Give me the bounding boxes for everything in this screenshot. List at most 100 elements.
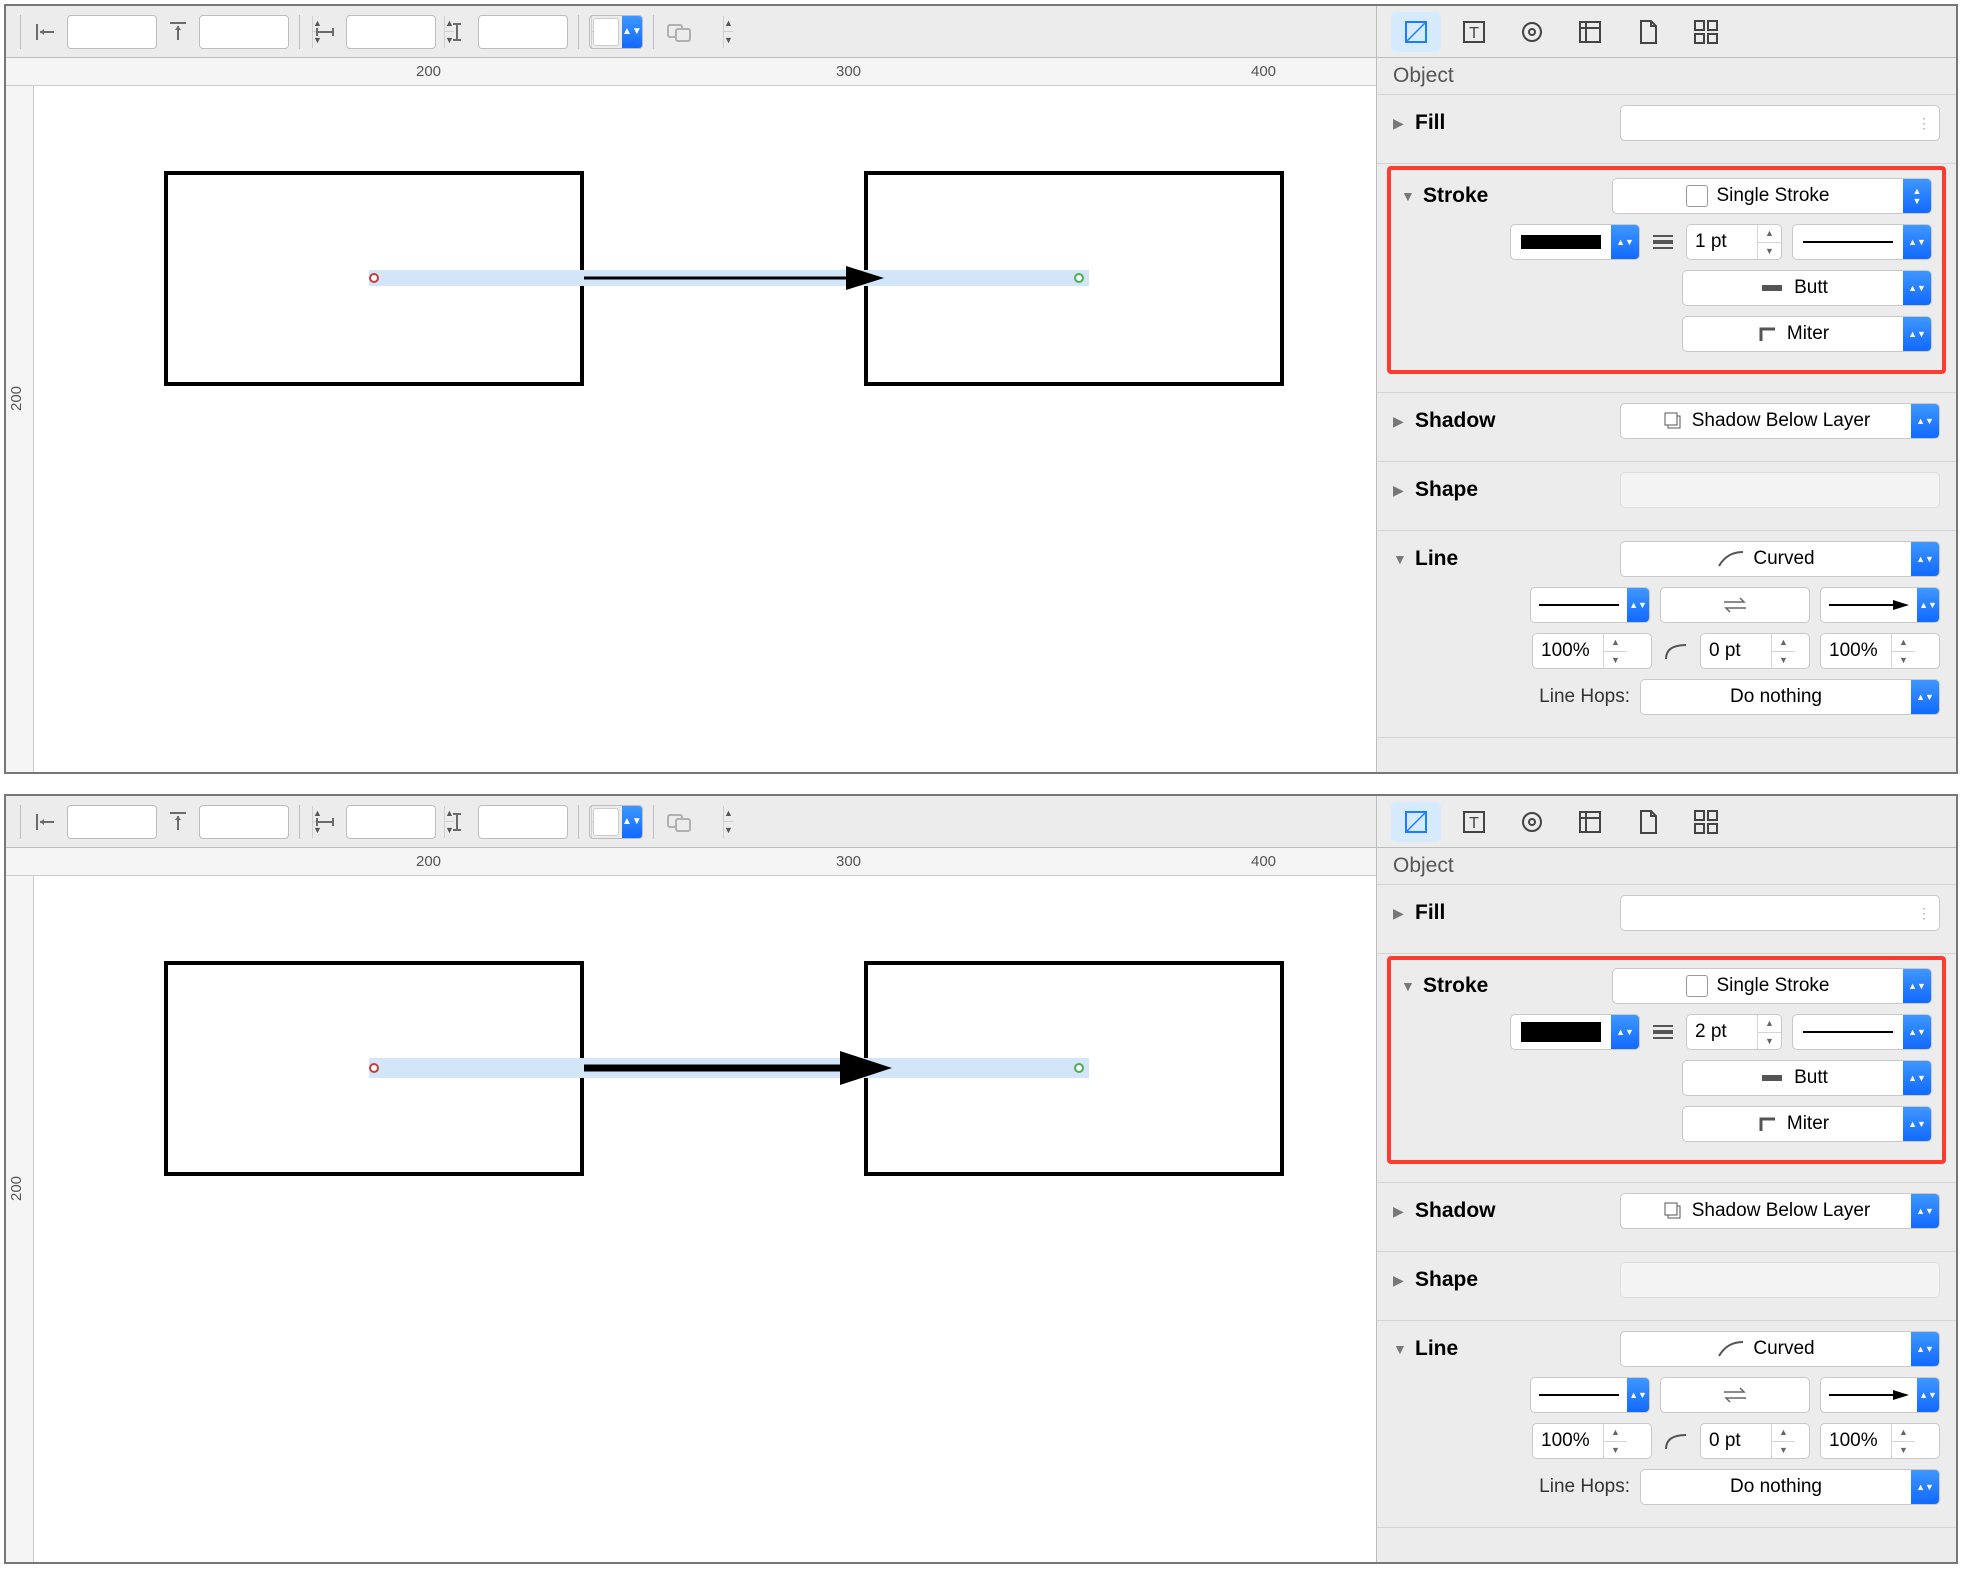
tab-canvas[interactable] [1565, 802, 1615, 842]
top-toolbar: ▲▼ ▲▼ ▲▼ ▲▼ ▲▼ [6, 796, 1376, 848]
canvas[interactable] [34, 86, 1376, 772]
height-icon[interactable] [442, 17, 472, 47]
line-end-handle[interactable] [1074, 1063, 1084, 1073]
stroke-join-dropdown[interactable]: Miter▲▼ [1682, 316, 1932, 352]
section-line: ▼Line Curved▲▼ ▲▼ ▲▼ ▲▼ ▲▼ ▲▼ Line Hops:… [1377, 1321, 1956, 1528]
stroke-cap-dropdown[interactable]: Butt▲▼ [1682, 270, 1932, 306]
stroke-type-dropdown[interactable]: Single Stroke▲▼ [1612, 968, 1932, 1004]
tab-properties[interactable] [1507, 802, 1557, 842]
tab-stencils[interactable] [1681, 12, 1731, 52]
tab-document[interactable] [1623, 12, 1673, 52]
line-tail-scale-field[interactable]: ▲▼ [1532, 633, 1652, 669]
disclosure-shape[interactable]: ▶ [1393, 482, 1409, 499]
stroke-position-icon[interactable] [1650, 229, 1676, 255]
line-hops-dropdown[interactable]: Do nothing▲▼ [1640, 1469, 1940, 1505]
disclosure-line[interactable]: ▼ [1393, 551, 1409, 567]
height-icon[interactable] [442, 807, 472, 837]
width-icon[interactable] [310, 807, 340, 837]
stroke-color-dropdown[interactable]: ▲▼ [1510, 224, 1640, 260]
stroke-weight-field[interactable]: ▲▼ [1686, 1014, 1782, 1050]
line-start-handle[interactable] [369, 273, 379, 283]
shadow-mode-dropdown[interactable]: Shadow Below Layer▲▼ [1620, 1193, 1940, 1229]
line-end-handle[interactable] [1074, 273, 1084, 283]
height-field[interactable]: ▲▼ [478, 15, 568, 49]
fill-color-button[interactable]: ▲▼ [589, 805, 643, 839]
section-shadow: ▶Shadow Shadow Below Layer▲▼ [1377, 1183, 1956, 1252]
tab-stencils[interactable] [1681, 802, 1731, 842]
align-top-icon[interactable] [163, 17, 193, 47]
corner-radius-icon [1662, 639, 1690, 663]
line-tail-dropdown[interactable]: ▲▼ [1530, 1377, 1650, 1413]
section-shape: ▶Shape [1377, 462, 1956, 531]
stroke-dash-dropdown[interactable]: ▲▼ [1792, 1014, 1932, 1050]
shape-dropdown[interactable] [1620, 1262, 1940, 1298]
x-field[interactable]: ▲▼ [67, 805, 157, 839]
stroke-cap-dropdown[interactable]: Butt▲▼ [1682, 1060, 1932, 1096]
width-field[interactable]: ▲▼ [346, 15, 436, 49]
line-head-scale-field[interactable]: ▲▼ [1820, 1423, 1940, 1459]
tab-text[interactable]: T [1449, 802, 1499, 842]
disclosure-fill[interactable]: ▶ [1393, 115, 1409, 132]
stroke-checkbox[interactable] [1686, 975, 1708, 997]
disclosure-stroke[interactable]: ▼ [1401, 978, 1417, 994]
y-field[interactable]: ▲▼ [199, 15, 289, 49]
connector-arrow[interactable] [584, 264, 884, 294]
group-icon[interactable] [664, 17, 694, 47]
line-reverse-button[interactable] [1660, 587, 1810, 623]
width-field[interactable]: ▲▼ [346, 805, 436, 839]
stroke-color-dropdown[interactable]: ▲▼ [1510, 1014, 1640, 1050]
svg-text:T: T [1469, 25, 1479, 42]
shadow-mode-dropdown[interactable]: Shadow Below Layer▲▼ [1620, 403, 1940, 439]
disclosure-line[interactable]: ▼ [1393, 1341, 1409, 1357]
section-shape: ▶Shape [1377, 1252, 1956, 1321]
align-left-icon[interactable] [31, 807, 61, 837]
stroke-checkbox[interactable] [1686, 185, 1708, 207]
line-reverse-button[interactable] [1660, 1377, 1810, 1413]
stroke-join-dropdown[interactable]: Miter▲▼ [1682, 1106, 1932, 1142]
line-tail-scale-field[interactable]: ▲▼ [1532, 1423, 1652, 1459]
tab-text[interactable]: T [1449, 12, 1499, 52]
fill-color-button[interactable]: ▲▼ [589, 15, 643, 49]
x-field[interactable]: ▲▼ [67, 15, 157, 49]
disclosure-fill[interactable]: ▶ [1393, 905, 1409, 922]
fill-type-dropdown[interactable]: ⋮ [1620, 895, 1940, 931]
width-icon[interactable] [310, 17, 340, 47]
tab-properties[interactable] [1507, 12, 1557, 52]
y-field[interactable]: ▲▼ [199, 805, 289, 839]
stroke-weight-field[interactable]: ▲▼ [1686, 224, 1782, 260]
disclosure-stroke[interactable]: ▼ [1401, 188, 1417, 204]
fill-type-dropdown[interactable]: ⋮ [1620, 105, 1940, 141]
section-fill: ▶Fill ⋮ [1377, 885, 1956, 954]
height-field[interactable]: ▲▼ [478, 805, 568, 839]
stroke-position-icon[interactable] [1650, 1019, 1676, 1045]
line-hops-dropdown[interactable]: Do nothing▲▼ [1640, 679, 1940, 715]
line-head-scale-field[interactable]: ▲▼ [1820, 633, 1940, 669]
line-start-handle[interactable] [369, 1063, 379, 1073]
tab-document[interactable] [1623, 802, 1673, 842]
line-head-dropdown[interactable]: ▲▼ [1820, 587, 1940, 623]
stroke-dash-dropdown[interactable]: ▲▼ [1792, 224, 1932, 260]
line-type-dropdown[interactable]: Curved▲▼ [1620, 541, 1940, 577]
stroke-type-dropdown[interactable]: Single Stroke ▲▼ [1612, 178, 1932, 214]
align-top-icon[interactable] [163, 807, 193, 837]
line-tail-dropdown[interactable]: ▲▼ [1530, 587, 1650, 623]
canvas[interactable] [34, 876, 1376, 1562]
tab-canvas[interactable] [1565, 12, 1615, 52]
line-head-dropdown[interactable]: ▲▼ [1820, 1377, 1940, 1413]
svg-text:T: T [1469, 815, 1479, 832]
shape-dropdown[interactable] [1620, 472, 1940, 508]
align-left-icon[interactable] [31, 17, 61, 47]
corner-radius-field[interactable]: ▲▼ [1700, 1423, 1810, 1459]
connector-arrow[interactable] [584, 1048, 894, 1088]
corner-radius-field[interactable]: ▲▼ [1700, 633, 1810, 669]
disclosure-shape[interactable]: ▶ [1393, 1272, 1409, 1289]
group-icon[interactable] [664, 807, 694, 837]
disclosure-shadow[interactable]: ▶ [1393, 413, 1409, 430]
tab-object[interactable] [1391, 802, 1441, 842]
disclosure-shadow[interactable]: ▶ [1393, 1203, 1409, 1220]
inspector-tabs: T [1377, 6, 1956, 58]
inspector-tabs: T [1377, 796, 1956, 848]
corner-radius-icon [1662, 1429, 1690, 1453]
tab-object[interactable] [1391, 12, 1441, 52]
line-type-dropdown[interactable]: Curved▲▼ [1620, 1331, 1940, 1367]
